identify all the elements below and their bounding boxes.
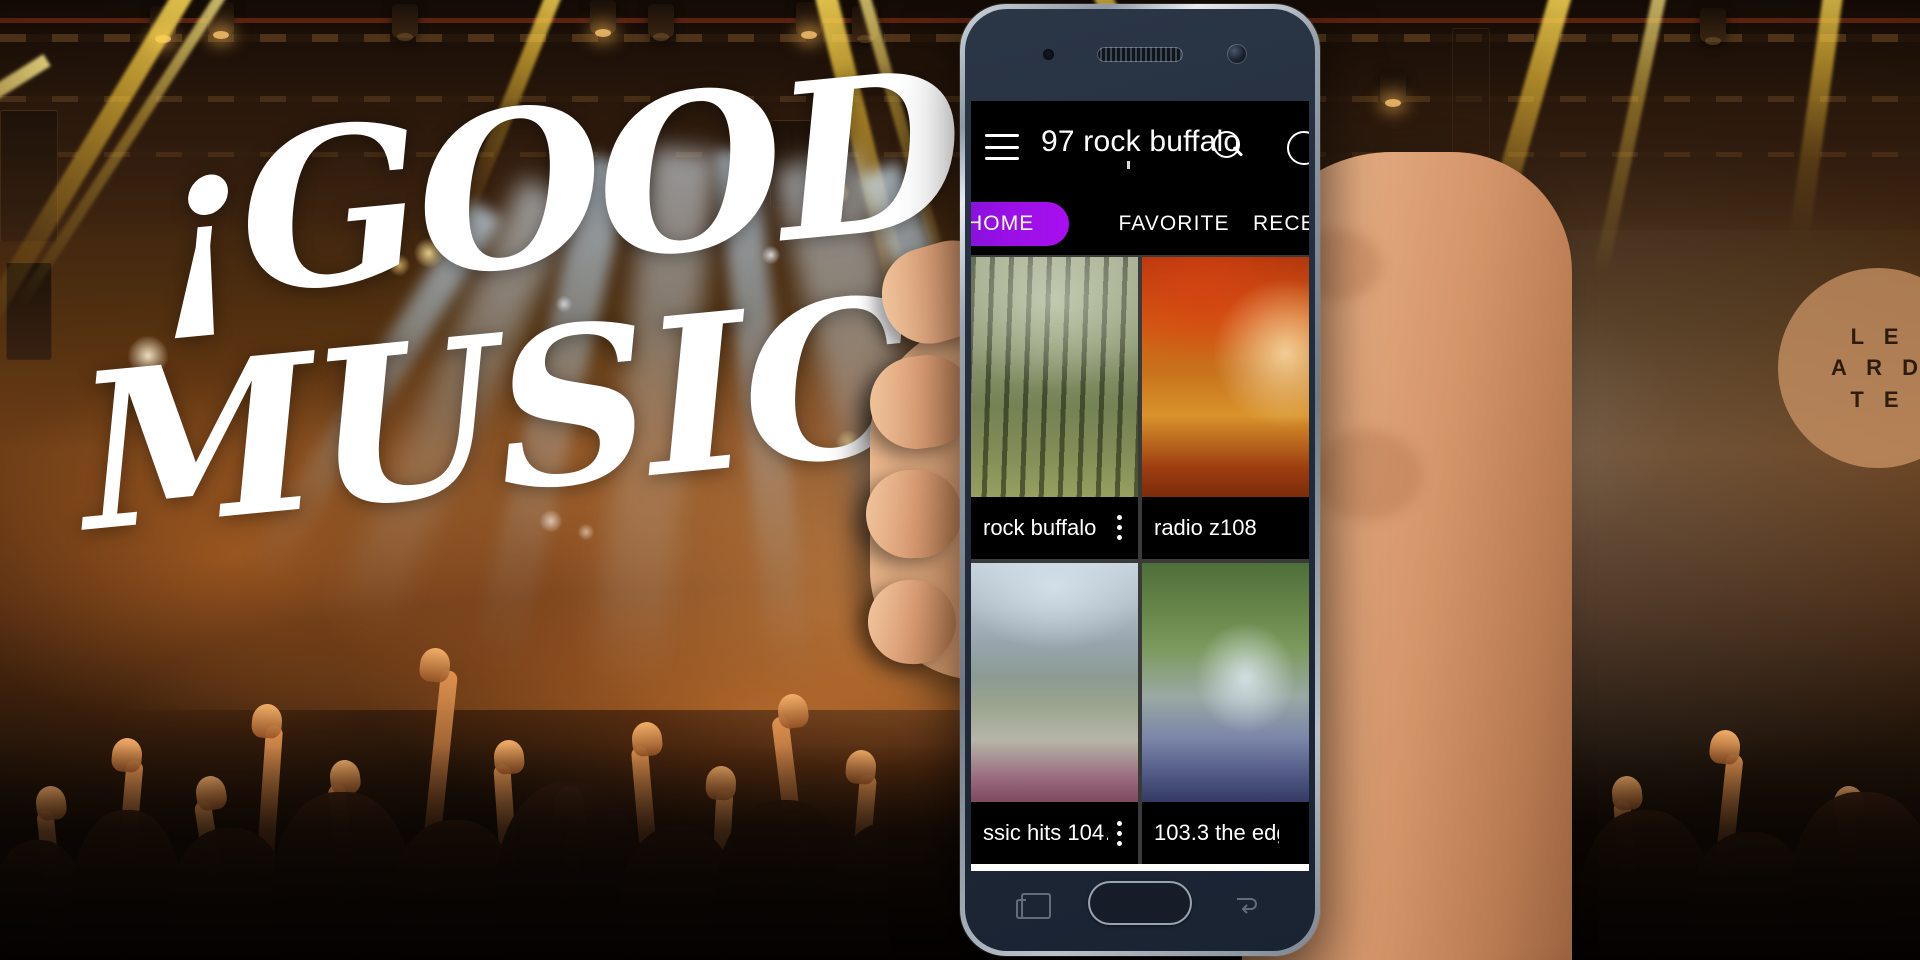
bokeh-light xyxy=(128,336,168,376)
kebab-dot xyxy=(1116,840,1122,846)
stage-lamp xyxy=(150,6,176,40)
title-caret xyxy=(1127,161,1130,169)
phone-bottom-bezel xyxy=(965,861,1315,951)
tab-favorite[interactable]: FAVORITE xyxy=(1099,202,1249,246)
bokeh-light xyxy=(824,180,850,206)
earpiece-speaker-icon xyxy=(1097,47,1183,62)
phone-top-bezel xyxy=(965,9,1315,101)
station-card[interactable]: radio z108 xyxy=(1142,257,1309,559)
stage-lamp xyxy=(796,2,822,36)
station-card[interactable]: 103.3 the edge xyxy=(1142,562,1309,864)
kebab-dot xyxy=(1116,525,1122,530)
back-arrow-icon xyxy=(1237,898,1257,914)
stage-lamp xyxy=(392,4,418,38)
overflow-menu-icon[interactable] xyxy=(1108,820,1130,846)
hand-holding-phone: 97 rock buffalo HOME FAVORITE RECE rock … xyxy=(860,0,1920,960)
station-title: radio z108 xyxy=(1154,514,1257,540)
station-card-bar: rock buffalo xyxy=(971,496,1138,559)
station-card-bar: ssic hits 104… xyxy=(971,802,1138,864)
front-camera-icon xyxy=(1227,44,1247,64)
station-card-bar: 103.3 the edge xyxy=(1142,802,1309,864)
hamburger-bar xyxy=(985,157,1019,160)
tab-recent[interactable]: RECENT xyxy=(1253,202,1309,246)
recents-button-icon[interactable] xyxy=(1016,893,1051,919)
radio-app: 97 rock buffalo HOME FAVORITE RECE rock … xyxy=(971,101,1309,871)
bokeh-light xyxy=(556,296,572,312)
overflow-menu-icon[interactable] xyxy=(1108,515,1130,540)
tab-home[interactable]: HOME xyxy=(971,202,1069,246)
phone-screen: 97 rock buffalo HOME FAVORITE RECE rock … xyxy=(971,101,1309,871)
hamburger-menu-icon[interactable] xyxy=(985,134,1019,160)
stage-lamp xyxy=(208,2,234,36)
hamburger-bar xyxy=(985,134,1019,137)
bokeh-light xyxy=(836,430,862,456)
station-title: 103.3 the edge xyxy=(1154,820,1279,845)
hamburger-bar xyxy=(985,145,1019,149)
search-icon[interactable] xyxy=(1213,131,1244,161)
station-thumbnail xyxy=(971,257,1138,497)
back-button-icon[interactable] xyxy=(1233,893,1259,915)
bokeh-light xyxy=(414,238,444,268)
proximity-sensor-icon xyxy=(1043,49,1054,60)
station-card-bar: radio z108 xyxy=(1142,496,1309,559)
kebab-dot xyxy=(1116,515,1122,520)
speaker-stack xyxy=(770,120,812,208)
kebab-dot xyxy=(1116,820,1122,826)
station-grid: rock buffalo radio z108 ssic hits 104 10… xyxy=(971,255,1309,864)
station-title: ssic hits 104… xyxy=(983,820,1108,845)
app-title-text: 97 rock buffalo xyxy=(1041,125,1241,158)
bokeh-light xyxy=(762,246,780,264)
phone-body: 97 rock buffalo HOME FAVORITE RECE rock … xyxy=(965,9,1315,951)
station-card[interactable]: ssic hits 104… xyxy=(971,562,1138,864)
station-thumbnail xyxy=(971,562,1138,802)
search-icon-lens xyxy=(1213,131,1240,158)
stage-lamp xyxy=(590,0,616,34)
tab-bar: HOME FAVORITE RECENT xyxy=(971,193,1309,255)
stage-lamp xyxy=(648,4,674,38)
station-card[interactable]: rock buffalo xyxy=(971,257,1138,559)
app-bar: 97 rock buffalo xyxy=(971,101,1309,193)
knuckle-shading xyxy=(1312,430,1422,520)
home-button[interactable] xyxy=(1088,881,1192,925)
smartphone-device: 97 rock buffalo HOME FAVORITE RECE rock … xyxy=(960,4,1320,956)
station-title: rock buffalo xyxy=(983,514,1097,540)
kebab-dot xyxy=(1116,535,1122,540)
bokeh-light xyxy=(388,254,410,276)
station-thumbnail xyxy=(1142,257,1309,497)
speaker-stack xyxy=(6,262,52,360)
station-thumbnail xyxy=(1142,562,1309,802)
background-scene: ¡GOOD MUSIC ! L E A R D T E 97 rock buff… xyxy=(0,0,1920,960)
kebab-dot xyxy=(1116,830,1122,836)
app-title: 97 rock buffalo xyxy=(1041,125,1309,169)
speaker-stack xyxy=(0,110,58,242)
